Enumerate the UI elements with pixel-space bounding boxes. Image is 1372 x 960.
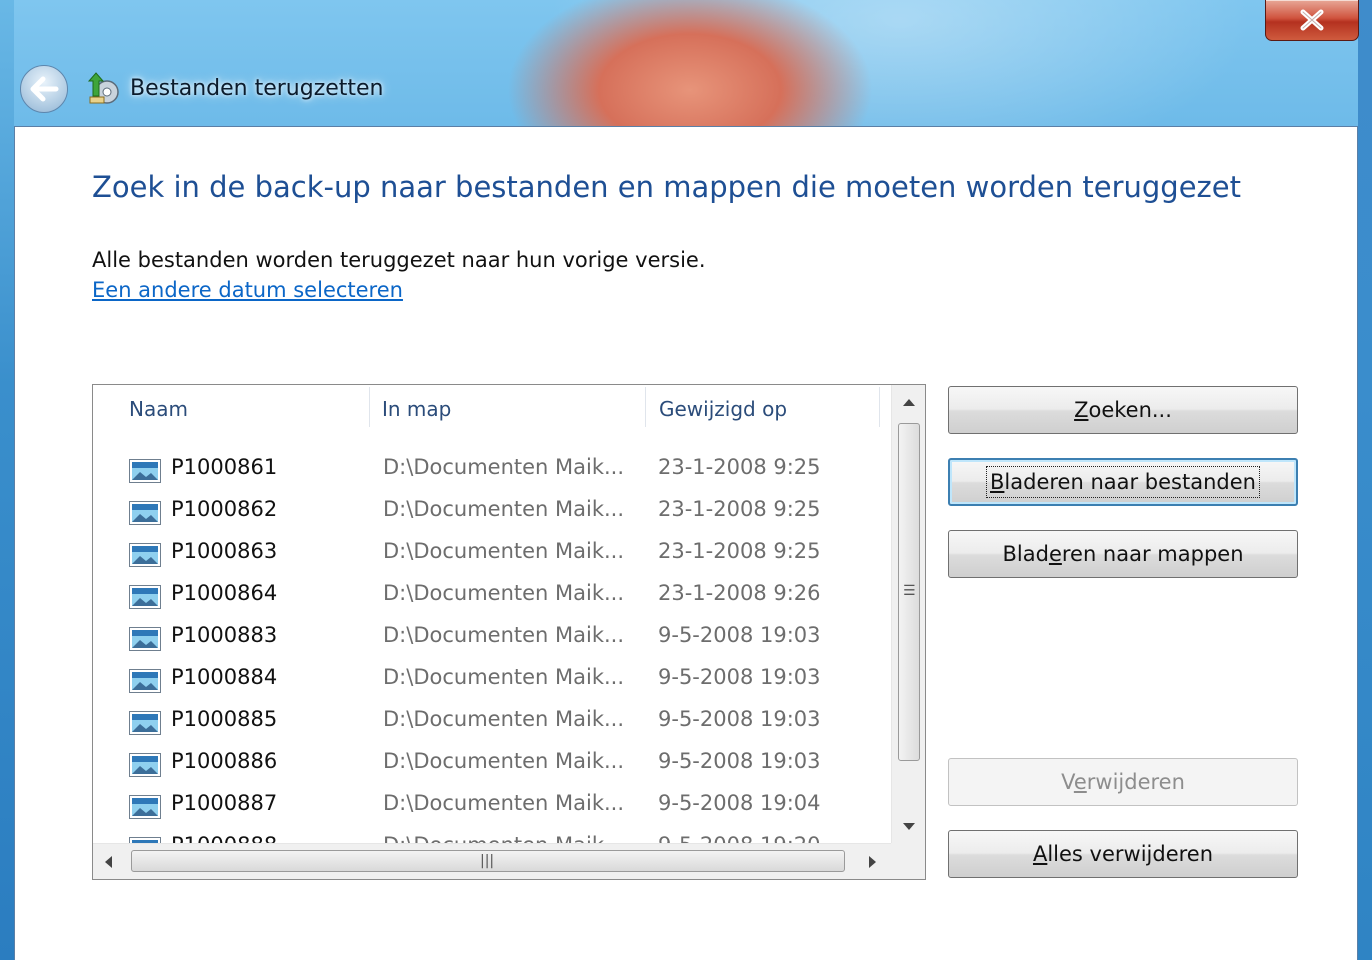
file-modified-date: 9-5-2008 19:03	[658, 707, 821, 731]
file-name: P1000886	[171, 749, 278, 773]
access-key-letter: A	[1032, 842, 1048, 866]
image-file-icon	[129, 795, 161, 819]
file-modified-date: 23-1-2008 9:25	[658, 455, 821, 479]
page-heading: Zoek in de back-up naar bestanden en map…	[92, 170, 1241, 204]
image-file-icon	[129, 753, 161, 777]
file-name: P1000861	[171, 455, 278, 479]
access-key-letter: Z	[1074, 398, 1089, 422]
window-title: Bestanden terugzetten	[130, 76, 384, 101]
scroll-left-arrow-icon[interactable]	[105, 856, 112, 868]
remove-button[interactable]: Verwijderen	[948, 758, 1298, 806]
search-button[interactable]: Zoeken...	[948, 386, 1298, 434]
column-header-folder[interactable]: In map	[382, 385, 642, 433]
file-modified-date: 23-1-2008 9:25	[658, 539, 821, 563]
file-name: P1000864	[171, 581, 278, 605]
file-modified-date: 23-1-2008 9:25	[658, 497, 821, 521]
window-frame-left-edge	[0, 0, 14, 960]
access-key-letter: B	[990, 470, 1005, 494]
scroll-grip-icon: ☰	[903, 583, 916, 599]
vertical-scroll-thumb[interactable]: ☰	[898, 423, 920, 761]
image-file-icon	[129, 711, 161, 735]
list-item[interactable]: P1000884 D:\Documenten Maik... 9-5-2008 19…	[93, 659, 889, 701]
button-label: Verwijderen	[1061, 770, 1185, 794]
close-button[interactable]	[1265, 0, 1359, 41]
scroll-grip-icon: |||	[480, 853, 495, 869]
file-name: P1000884	[171, 665, 278, 689]
restore-description: Alle bestanden worden teruggezet naar hu…	[92, 248, 706, 272]
file-folder: D:\Documenten Maik...	[383, 749, 625, 773]
list-item[interactable]: P1000887 D:\Documenten Maik... 9-5-2008 19…	[93, 785, 889, 827]
remove-all-button[interactable]: Alles verwijderen	[948, 830, 1298, 878]
browse-folders-button[interactable]: Bladeren naar mappen	[948, 530, 1298, 578]
scrollbar-corner	[891, 843, 925, 879]
file-modified-date: 9-5-2008 19:03	[658, 749, 821, 773]
access-key-letter: e	[1048, 542, 1062, 566]
horizontal-scroll-thumb[interactable]: |||	[131, 850, 845, 872]
image-file-icon	[129, 459, 161, 483]
file-folder: D:\Documenten Maik...	[383, 581, 625, 605]
list-item[interactable]: P1000886 D:\Documenten Maik... 9-5-2008 19…	[93, 743, 889, 785]
back-button[interactable]	[20, 65, 68, 113]
list-item[interactable]: P1000864 D:\Documenten Maik... 23-1-2008 9…	[93, 575, 889, 617]
scroll-up-arrow-icon[interactable]	[903, 399, 915, 406]
image-file-icon	[129, 627, 161, 651]
list-item[interactable]: P1000863 D:\Documenten Maik... 23-1-2008 9…	[93, 533, 889, 575]
file-name: P1000862	[171, 497, 278, 521]
button-label: Alles verwijderen	[1032, 842, 1214, 866]
file-folder: D:\Documenten Maik...	[383, 665, 625, 689]
file-name: P1000885	[171, 707, 278, 731]
file-modified-date: 9-5-2008 19:03	[658, 665, 821, 689]
access-key-letter: e	[1073, 770, 1087, 794]
list-item[interactable]: P1000883 D:\Documenten Maik... 9-5-2008 19…	[93, 617, 889, 659]
file-folder: D:\Documenten Maik...	[383, 497, 625, 521]
scroll-right-arrow-icon[interactable]	[869, 856, 876, 868]
file-modified-date: 9-5-2008 19:04	[658, 791, 821, 815]
horizontal-scrollbar[interactable]: |||	[93, 843, 891, 879]
file-folder: D:\Documenten Maik...	[383, 623, 625, 647]
browse-files-button[interactable]: Bladeren naar bestanden	[948, 458, 1298, 506]
file-folder: D:\Documenten Maik...	[383, 455, 625, 479]
vertical-scrollbar[interactable]: ☰	[891, 385, 925, 843]
column-separator[interactable]	[645, 387, 646, 427]
list-item[interactable]: P1000861 D:\Documenten Maik... 23-1-2008 9…	[93, 449, 889, 491]
image-file-icon	[129, 585, 161, 609]
button-label: Bladeren naar mappen	[1002, 542, 1244, 566]
button-label: Bladeren naar bestanden	[986, 466, 1260, 498]
file-list[interactable]: Naam In map Gewijzigd op P1000861 D:\Docu…	[92, 384, 926, 880]
scroll-down-arrow-icon[interactable]	[903, 823, 915, 830]
file-name: P1000883	[171, 623, 278, 647]
column-separator[interactable]	[879, 387, 880, 427]
back-arrow-icon	[30, 76, 59, 102]
column-header-modified[interactable]: Gewijzigd op	[659, 385, 879, 433]
column-separator[interactable]	[369, 387, 370, 427]
file-modified-date: 23-1-2008 9:26	[658, 581, 821, 605]
file-folder: D:\Documenten Maik...	[383, 539, 625, 563]
file-folder: D:\Documenten Maik...	[383, 707, 625, 731]
button-label: Zoeken...	[1074, 398, 1172, 422]
select-other-date-link[interactable]: Een andere datum selecteren	[92, 278, 403, 302]
file-name: P1000887	[171, 791, 278, 815]
file-name: P1000863	[171, 539, 278, 563]
image-file-icon	[129, 543, 161, 567]
list-item[interactable]: P1000885 D:\Documenten Maik... 9-5-2008 19…	[93, 701, 889, 743]
list-item[interactable]: P1000862 D:\Documenten Maik... 23-1-2008 9…	[93, 491, 889, 533]
restore-files-icon	[87, 72, 119, 104]
file-folder: D:\Documenten Maik...	[383, 791, 625, 815]
image-file-icon	[129, 669, 161, 693]
image-file-icon	[129, 501, 161, 525]
file-modified-date: 9-5-2008 19:03	[658, 623, 821, 647]
window-frame-right-edge	[1358, 0, 1372, 960]
column-header-name[interactable]: Naam	[129, 385, 369, 433]
close-icon	[1300, 9, 1324, 31]
